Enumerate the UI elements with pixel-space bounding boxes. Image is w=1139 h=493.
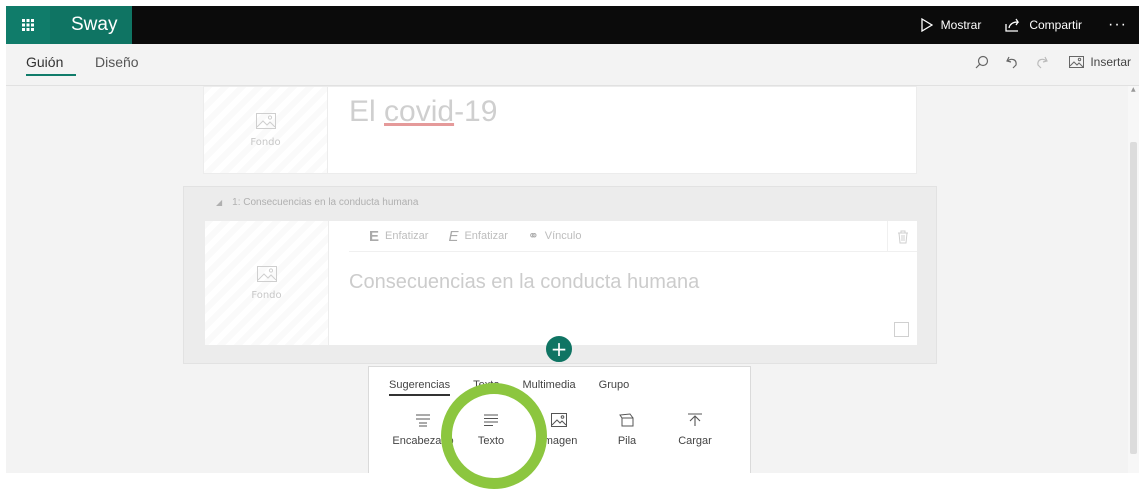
stack-icon xyxy=(619,413,634,427)
share-icon xyxy=(1005,18,1020,32)
sway-title[interactable]: El covid-19 xyxy=(349,95,497,129)
undo-button[interactable] xyxy=(999,49,1025,75)
insert-stack-button[interactable]: Pila xyxy=(593,413,661,447)
image-placeholder-icon xyxy=(256,265,277,282)
image-icon xyxy=(551,413,567,427)
select-card-checkbox[interactable] xyxy=(894,322,909,337)
heading-icon xyxy=(416,414,430,427)
upload-icon xyxy=(688,413,702,426)
title-background-slot[interactable]: Fondo xyxy=(204,87,328,173)
tab-storyline[interactable]: Guión xyxy=(26,54,63,70)
upload-label: Cargar xyxy=(678,435,712,447)
link-icon: ⚭ xyxy=(527,228,539,243)
italic-icon: E xyxy=(448,227,459,245)
play-label: Mostrar xyxy=(940,18,982,32)
scroll-up-arrow-icon[interactable]: ▲ xyxy=(1131,86,1136,93)
link-label: Vínculo xyxy=(544,230,582,242)
stack-label: Pila xyxy=(617,435,637,447)
emphasize-italic-label: Enfatizar xyxy=(464,230,508,242)
search-icon xyxy=(975,55,989,69)
popup-tab-suggestions[interactable]: Sugerencias xyxy=(389,379,451,396)
vertical-scrollbar[interactable]: ▲ xyxy=(1128,86,1139,473)
search-button[interactable] xyxy=(969,49,995,75)
link-button[interactable]: ⚭ Vínculo xyxy=(528,228,582,244)
popup-tab-group[interactable]: Grupo xyxy=(599,379,630,396)
section-header[interactable]: ◢ 1: Consecuencias en la conducta humana xyxy=(216,197,418,208)
heading-background-slot[interactable]: Fondo xyxy=(205,221,329,345)
add-card-button[interactable]: + xyxy=(546,336,572,362)
storyline-canvas: Fondo El covid-19 ◢ 1: Consecuencias en l… xyxy=(6,86,1128,473)
emphasize-italic-button[interactable]: E Enfatizar xyxy=(448,228,507,245)
background-label: Fondo xyxy=(251,289,282,301)
format-bar: E Enfatizar E Enfatizar ⚭ Vínculo xyxy=(349,221,917,252)
insert-card-popup: Sugerencias Texto Multimedia Grupo Encab… xyxy=(368,366,751,473)
redo-button[interactable] xyxy=(1029,49,1055,75)
emphasize-label: Enfatizar xyxy=(385,230,429,242)
image-placeholder-icon xyxy=(255,112,276,129)
heading-text[interactable]: Consecuencias en la conducta humana xyxy=(349,271,699,294)
app-launcher-button[interactable] xyxy=(6,6,50,44)
title-prefix: El xyxy=(349,95,385,128)
active-tab-indicator xyxy=(26,74,76,76)
title-card[interactable]: Fondo El covid-19 xyxy=(203,86,917,174)
share-label: Compartir xyxy=(1029,18,1083,32)
popup-tab-media[interactable]: Multimedia xyxy=(522,379,575,396)
app-name[interactable]: Sway xyxy=(50,6,132,44)
waffle-icon xyxy=(22,19,34,31)
insert-label: Insertar xyxy=(1090,55,1131,69)
title-misspelled-word: covid xyxy=(384,95,455,128)
scroll-thumb[interactable] xyxy=(1130,142,1137,454)
heading-card[interactable]: Fondo E Enfatizar E Enfatizar ⚭ Vínculo Con… xyxy=(204,220,918,346)
title-suffix: -19 xyxy=(454,95,498,128)
tutorial-highlight-ring xyxy=(441,383,547,489)
more-options-button[interactable]: ··· xyxy=(1094,6,1139,44)
undo-icon xyxy=(1006,56,1017,69)
collapse-triangle-icon[interactable]: ◢ xyxy=(216,198,222,207)
play-icon xyxy=(921,18,933,32)
tab-design[interactable]: Diseño xyxy=(95,54,139,70)
upload-button[interactable]: Cargar xyxy=(661,413,729,447)
delete-card-button[interactable] xyxy=(887,221,917,252)
trash-icon xyxy=(897,230,908,243)
redo-icon xyxy=(1037,56,1049,69)
app-header: Sway Mostrar Compartir ··· xyxy=(6,6,1139,44)
emphasize-button[interactable]: E Enfatizar xyxy=(369,228,428,245)
toolbar: Guión Diseño Insertar xyxy=(6,44,1139,86)
section-title: 1: Consecuencias en la conducta humana xyxy=(232,197,419,208)
share-button[interactable]: Compartir xyxy=(993,6,1094,44)
bold-icon: E xyxy=(369,227,380,245)
background-label: Fondo xyxy=(250,136,281,148)
image-icon xyxy=(1069,56,1085,68)
insert-button[interactable]: Insertar xyxy=(1057,55,1139,69)
play-button[interactable]: Mostrar xyxy=(909,6,994,44)
